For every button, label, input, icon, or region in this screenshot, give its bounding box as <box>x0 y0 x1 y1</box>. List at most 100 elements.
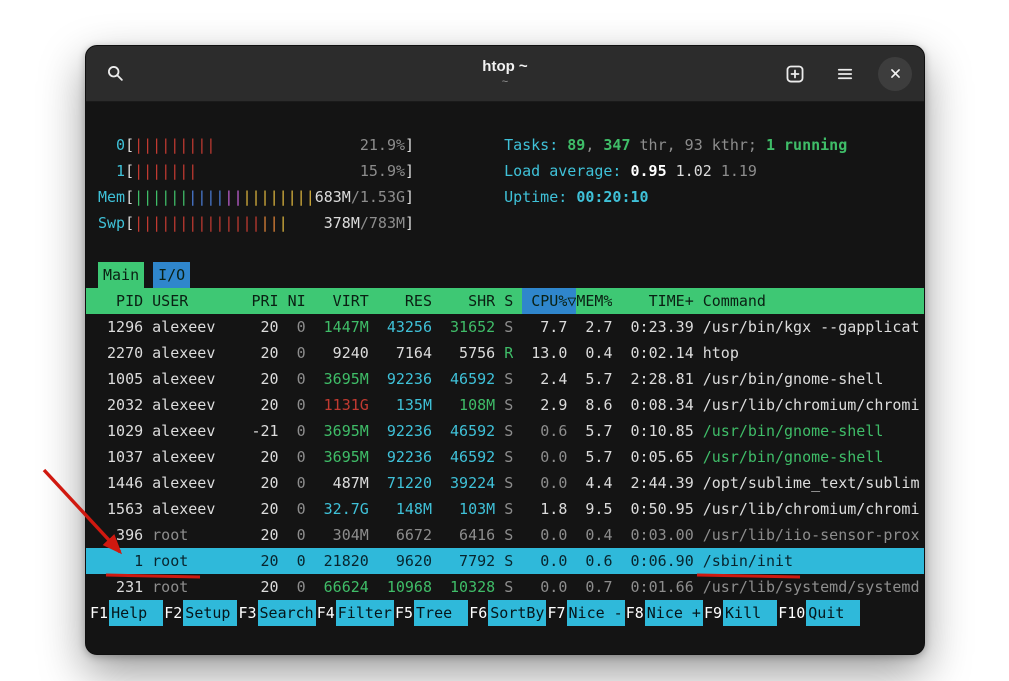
cell-pid: 1446 <box>98 470 143 496</box>
process-row[interactable]: 2270alexeev200924071645756R13.00.40:02.1… <box>86 340 924 366</box>
column-header-shr[interactable]: SHR <box>441 288 495 314</box>
cell-user: alexeev <box>152 366 233 392</box>
cell-command: /usr/lib/chromium/chromi <box>703 496 920 522</box>
text-segment: 21.9% <box>360 136 405 154</box>
column-header-res[interactable]: RES <box>378 288 432 314</box>
cell-virt: 1447M <box>315 314 369 340</box>
fn-action-label: Search <box>258 600 316 626</box>
meter-swp: Swp[|||||||||||||||||378M/783M] <box>98 210 414 236</box>
search-button[interactable] <box>98 57 132 91</box>
cell-user: alexeev <box>152 418 233 444</box>
cell-command: /sbin/init <box>703 548 920 574</box>
fn-action-label: Nice - <box>567 600 625 626</box>
cell-virt: 3695M <box>315 418 369 444</box>
cell-time: 2:44.39 <box>622 470 694 496</box>
cell-shr: 10328 <box>441 574 495 600</box>
htop-screen: 0[|||||||||21.9%]1[|||||||15.9%]Mem[||||… <box>86 102 924 654</box>
menu-button[interactable] <box>828 57 862 91</box>
meter-label: Mem <box>98 184 125 210</box>
cell-user: alexeev <box>152 470 233 496</box>
fnkey-f5[interactable]: F5Tree <box>394 600 468 626</box>
process-row[interactable]: 1037alexeev2003695M9223646592S0.05.70:05… <box>86 444 924 470</box>
cell-ni: 0 <box>288 444 306 470</box>
cell-user: alexeev <box>152 340 233 366</box>
text-segment: 15.9% <box>360 162 405 180</box>
fnkey-f9[interactable]: F9Kill <box>703 600 777 626</box>
process-row[interactable]: 1563alexeev20032.7G148M103MS1.89.50:50.9… <box>86 496 924 522</box>
fnkey-f2[interactable]: F2Setup <box>163 600 237 626</box>
process-row[interactable]: 1005alexeev2003695M9223646592S2.45.72:28… <box>86 366 924 392</box>
tab-main[interactable]: Main <box>98 262 144 288</box>
fnkey-f4[interactable]: F4Filter <box>316 600 394 626</box>
column-header-virt[interactable]: VIRT <box>315 288 369 314</box>
column-header-ni[interactable]: NI <box>288 288 306 314</box>
meter-mem: Mem[||||||||||||||||||||683M/1.53G] <box>98 184 414 210</box>
text-segment: | <box>279 214 288 232</box>
process-row-selected[interactable]: 1root2002182096207792S0.00.60:06.90/sbin… <box>86 548 924 574</box>
fnkey-f1[interactable]: F1Help <box>89 600 163 626</box>
text-segment: 378M <box>324 214 360 232</box>
meter-cpu1: 1[|||||||15.9%] <box>98 158 414 184</box>
titlebar-controls <box>778 57 912 91</box>
cell-cpu: 1.8 <box>522 496 567 522</box>
column-header-s[interactable]: S <box>504 288 513 314</box>
tab-io[interactable]: I/O <box>153 262 190 288</box>
fn-key-label: F7 <box>546 600 566 626</box>
fnkey-f3[interactable]: F3Search <box>237 600 315 626</box>
cell-command: /usr/lib/iio-sensor-prox <box>703 522 920 548</box>
cell-time: 0:23.39 <box>622 314 694 340</box>
process-row[interactable]: 1029alexeev-2103695M9223646592S0.65.70:1… <box>86 418 924 444</box>
text-segment: , <box>585 136 603 154</box>
cell-res: 135M <box>378 392 432 418</box>
fn-key-label: F5 <box>394 600 414 626</box>
titlebar[interactable]: htop ~ ~ <box>86 46 924 102</box>
fnkey-f7[interactable]: F7Nice - <box>546 600 624 626</box>
fnkey-f10[interactable]: F10Quit <box>777 600 860 626</box>
column-header-time[interactable]: TIME+ <box>622 288 694 314</box>
cell-time: 0:01.66 <box>622 574 694 600</box>
cell-command: /usr/bin/gnome-shell <box>703 444 920 470</box>
column-header-mem[interactable]: MEM% <box>576 288 612 314</box>
meter-open-bracket: [ <box>125 210 134 236</box>
column-header-pid[interactable]: PID <box>98 288 143 314</box>
function-key-bar: F1HelpF2SetupF3SearchF4FilterF5TreeF6Sor… <box>86 600 920 626</box>
fnkey-f8[interactable]: F8Nice + <box>625 600 703 626</box>
process-row[interactable]: 1296alexeev2001447M4325631652S7.72.70:23… <box>86 314 924 340</box>
info-uptime: Uptime: 00:20:10 <box>504 184 847 210</box>
cell-cpu: 0.6 <box>522 418 567 444</box>
meter-bar: ||||||||| 21.9% <box>134 132 405 158</box>
info-tasks: Tasks: 89, 347 thr, 93 kthr; 1 running <box>504 132 847 158</box>
cell-mem: 9.5 <box>576 496 612 522</box>
cell-command: /usr/bin/gnome-shell <box>703 366 920 392</box>
cell-s: S <box>504 522 513 548</box>
cell-pri: 20 <box>242 470 278 496</box>
process-row[interactable]: 396root200304M66726416S0.00.40:03.00/usr… <box>86 522 924 548</box>
screen-tabs: Main I/O <box>98 262 920 288</box>
close-icon <box>888 66 903 81</box>
cell-mem: 0.4 <box>576 340 612 366</box>
fnkey-f6[interactable]: F6SortBy <box>468 600 546 626</box>
close-button[interactable] <box>878 57 912 91</box>
cell-res: 148M <box>378 496 432 522</box>
window-title: htop ~ <box>482 58 527 76</box>
column-header-pri[interactable]: PRI <box>242 288 278 314</box>
process-row[interactable]: 231root200666241096810328S0.00.70:01.66/… <box>86 574 924 600</box>
column-header-command[interactable]: Command <box>703 288 920 314</box>
column-header-user[interactable]: USER <box>152 288 233 314</box>
cell-mem: 8.6 <box>576 392 612 418</box>
cell-res: 10968 <box>378 574 432 600</box>
new-tab-button[interactable] <box>778 57 812 91</box>
text-segment: /1.53G <box>351 188 405 206</box>
process-row[interactable]: 1446alexeev200487M7122039224S0.04.42:44.… <box>86 470 924 496</box>
hamburger-menu-icon <box>836 65 854 83</box>
text-segment: ||||||||| <box>134 136 215 154</box>
text-segment: Tasks: <box>504 136 567 154</box>
fn-action-label: Tree <box>414 600 468 626</box>
cell-mem: 4.4 <box>576 470 612 496</box>
cell-time: 0:02.14 <box>622 340 694 366</box>
process-row[interactable]: 2032alexeev2001131G135M108MS2.98.60:08.3… <box>86 392 924 418</box>
text-segment: 1.02 <box>676 162 721 180</box>
cell-cpu: 7.7 <box>522 314 567 340</box>
column-header-cpu[interactable]: CPU% <box>522 288 567 314</box>
cell-command: /opt/sublime_text/sublim <box>703 470 920 496</box>
